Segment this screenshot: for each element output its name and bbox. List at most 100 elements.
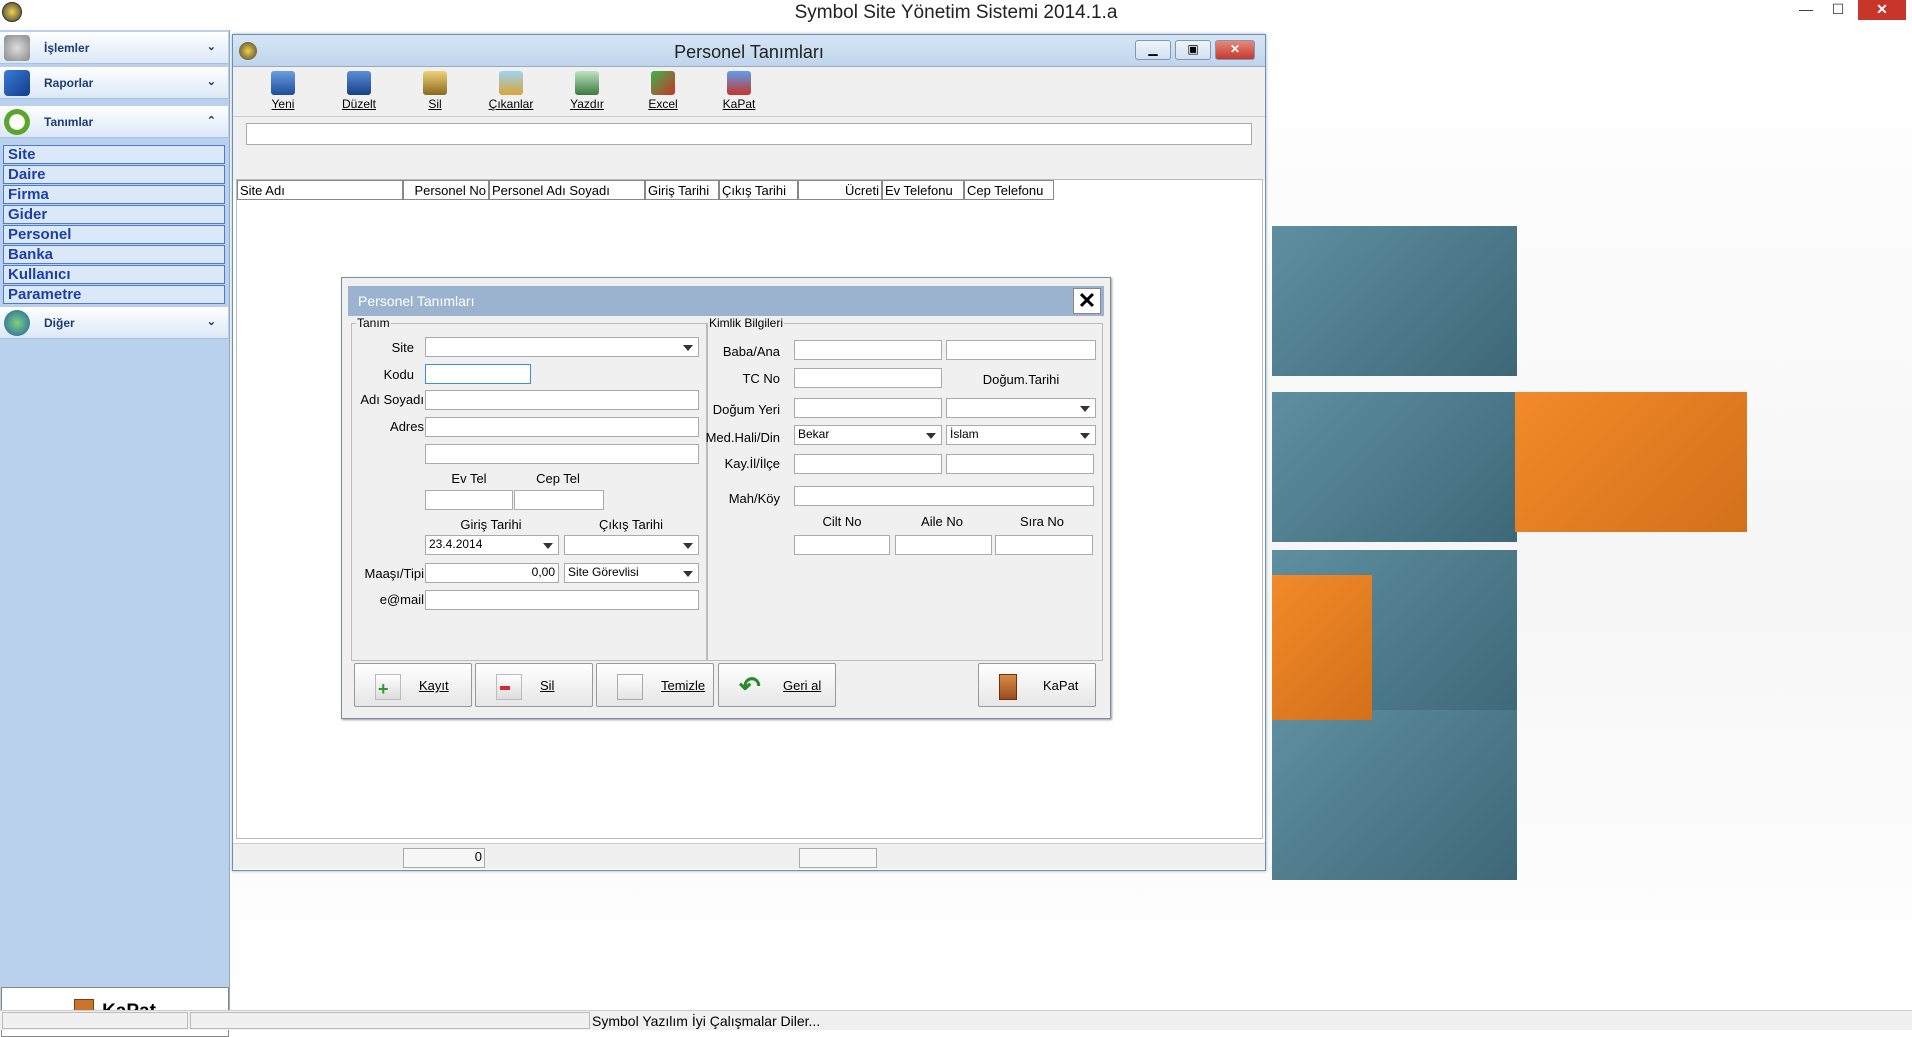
edit-icon — [347, 71, 371, 95]
clock-icon — [4, 109, 30, 135]
sidebar-item-site[interactable]: Site — [3, 145, 225, 164]
kay-ilce-input[interactable] — [946, 454, 1094, 474]
sidebar-section-diger[interactable]: Diğer ⌄ — [0, 307, 228, 339]
sidebar-item-parametre[interactable]: Parametre — [3, 285, 225, 304]
window-close-button[interactable]: ✕ — [1215, 40, 1255, 60]
kodu-input[interactable] — [425, 364, 531, 384]
window-maximize-button[interactable]: ▣ — [1175, 40, 1211, 60]
label-aile-no: Aile No — [921, 514, 963, 529]
window-minimize-button[interactable]: ▁ — [1135, 40, 1171, 60]
toolbar-new-button[interactable]: Yeni — [255, 71, 311, 111]
grid-header-personel-no[interactable]: Personel No — [403, 180, 489, 200]
adres-input-2[interactable] — [425, 444, 699, 464]
sidebar-item-daire[interactable]: Daire — [3, 165, 225, 184]
label-email: e@mail — [379, 592, 424, 607]
dogum-tarihi-picker[interactable] — [946, 398, 1096, 418]
sidebar-item-personel[interactable]: Personel — [3, 225, 225, 244]
sidebar-item-gider[interactable]: Gider — [3, 205, 225, 224]
giris-tarihi-picker[interactable]: 23.4.2014 — [425, 535, 559, 555]
label-cep-tel: Cep Tel — [536, 471, 580, 486]
dialog-close-button[interactable]: ✕ — [1073, 288, 1101, 314]
dogum-yeri-input[interactable] — [794, 398, 942, 418]
tipi-select[interactable]: Site Görevlisi — [564, 563, 699, 583]
ev-tel-input[interactable] — [425, 490, 513, 510]
toolbar-label: Yeni — [271, 97, 295, 111]
filter-input[interactable] — [246, 123, 1252, 145]
tc-no-input[interactable] — [794, 368, 942, 388]
clear-button-label: Temizle — [661, 678, 706, 693]
globe-icon — [4, 310, 30, 336]
minimize-button[interactable]: — — [1788, 0, 1824, 20]
sidebar-item-banka[interactable]: Banka — [3, 245, 225, 264]
chevron-down-icon: ⌄ — [206, 41, 216, 53]
cube-shape — [1272, 392, 1517, 542]
sira-no-input[interactable] — [995, 535, 1093, 555]
grid-header-ucreti[interactable]: Ücreti — [798, 180, 882, 200]
baba-input[interactable] — [794, 340, 942, 360]
delete-button-label: Sil — [540, 678, 555, 693]
label-adres: Adres — [390, 419, 424, 434]
cikis-tarihi-picker[interactable] — [564, 535, 699, 555]
window-title: Personel Tanımları — [674, 42, 824, 62]
sidebar: İşlemler ⌄ Raporlar ⌄ Tanımlar ⌃ Site Da… — [0, 30, 230, 1037]
grid-header-giris-tarihi[interactable]: Giriş Tarihi — [645, 180, 719, 200]
toolbar-label: KaPat — [722, 97, 756, 111]
grid-header-cep-telefonu[interactable]: Cep Telefonu — [964, 180, 1054, 200]
document-icon — [617, 674, 643, 700]
leavers-icon — [499, 71, 523, 95]
toolbar-delete-button[interactable]: Sil — [407, 71, 463, 111]
label-dogum-yeri: Doğum Yeri — [712, 402, 780, 417]
sidebar-section-label: Raporlar — [44, 76, 94, 90]
sidebar-item-firma[interactable]: Firma — [3, 185, 225, 204]
label-site: Site — [391, 340, 414, 355]
sidebar-section-islemler[interactable]: İşlemler ⌄ — [0, 32, 228, 64]
label-dogum-tarihi: Doğum.Tarihi — [982, 372, 1060, 387]
app-titlebar: Symbol Site Yönetim Sistemi 2014.1.a — ☐… — [0, 0, 1912, 30]
maas-input[interactable]: 0,00 — [425, 563, 559, 583]
delete-icon — [423, 71, 447, 95]
grid-header-site-adi[interactable]: Site Adı — [237, 180, 403, 200]
sidebar-section-tanimlar[interactable]: Tanımlar ⌃ — [0, 106, 228, 138]
cilt-no-input[interactable] — [794, 535, 890, 555]
save-button[interactable]: + Kayıt — [354, 663, 472, 707]
medeni-hal-select[interactable]: Bekar — [794, 425, 942, 445]
label-giris-tarihi: Giriş Tarihi — [460, 517, 522, 532]
toolbar-edit-button[interactable]: Düzelt — [331, 71, 387, 111]
delete-button[interactable]: Sil — [475, 663, 593, 707]
toolbar-leavers-button[interactable]: Çıkanlar — [483, 71, 539, 111]
undo-button[interactable]: ↶ Geri al — [718, 663, 836, 707]
ana-input[interactable] — [946, 340, 1096, 360]
adi-soyadi-input[interactable] — [425, 390, 699, 410]
grid-header-adi-soyadi[interactable]: Personel Adı Soyadı — [489, 180, 645, 200]
maximize-button[interactable]: ☐ — [1820, 0, 1856, 20]
window-titlebar: Personel Tanımları ▁ ▣ ✕ — [233, 35, 1265, 67]
cep-tel-input[interactable] — [514, 490, 604, 510]
toolbar-label: Excel — [648, 97, 678, 111]
app-title: Symbol Site Yönetim Sistemi 2014.1.a — [794, 2, 1118, 23]
undo-button-label: Geri al — [783, 678, 822, 693]
grid-header-ev-telefonu[interactable]: Ev Telefonu — [882, 180, 964, 200]
email-input[interactable] — [425, 590, 699, 610]
close-button[interactable]: ✕ — [1858, 0, 1906, 20]
label-mah-koy: Mah/Köy — [728, 491, 780, 506]
toolbar-label: Düzelt — [341, 97, 376, 111]
kay-il-input[interactable] — [794, 454, 942, 474]
excel-icon — [651, 71, 675, 95]
group-tanim-title: Tanım — [356, 316, 391, 330]
chevron-up-icon: ⌃ — [206, 115, 216, 127]
sidebar-section-raporlar[interactable]: Raporlar ⌄ — [0, 67, 228, 99]
aile-no-input[interactable] — [895, 535, 992, 555]
grid-header-cikis-tarihi[interactable]: Çıkış Tarihi — [719, 180, 798, 200]
sidebar-item-kullanici[interactable]: Kullanıcı — [3, 265, 225, 284]
din-select[interactable]: İslam — [946, 425, 1096, 445]
toolbar-excel-button[interactable]: Excel — [635, 71, 691, 111]
site-select[interactable] — [425, 337, 699, 357]
close-form-button[interactable]: KaPat — [978, 663, 1096, 707]
adres-input-1[interactable] — [425, 417, 699, 437]
toolbar-exit-button[interactable]: KaPat — [711, 71, 767, 111]
toolbar-print-button[interactable]: Yazdır — [559, 71, 615, 111]
label-kay-il-ilce: Kay.İl/İlçe — [724, 456, 780, 471]
mah-koy-input[interactable] — [794, 486, 1094, 506]
clear-button[interactable]: Temizle — [596, 663, 714, 707]
toolbar-label: Sil — [428, 97, 442, 111]
